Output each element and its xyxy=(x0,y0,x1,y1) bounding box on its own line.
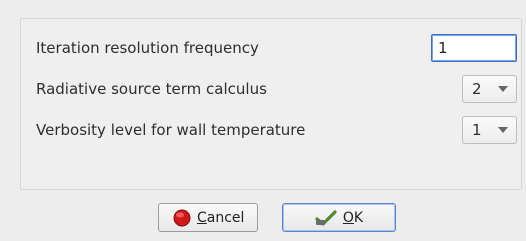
check-icon xyxy=(315,209,337,226)
wall-temperature-verbosity-value: 1 xyxy=(472,121,482,139)
iteration-resolution-frequency-input[interactable] xyxy=(431,34,517,62)
ok-button-label: OK xyxy=(342,209,364,226)
dialog-window: Iteration resolution frequency Radiative… xyxy=(0,0,526,241)
wall-temperature-verbosity-combo[interactable]: 1 xyxy=(462,116,517,144)
iteration-resolution-frequency-label: Iteration resolution frequency xyxy=(36,39,259,57)
ok-button[interactable]: OK xyxy=(282,203,396,232)
radiative-source-term-label: Radiative source term calculus xyxy=(36,80,267,98)
stop-icon xyxy=(173,209,191,227)
chevron-down-icon xyxy=(498,86,508,92)
options-panel: Iteration resolution frequency Radiative… xyxy=(20,18,522,190)
chevron-down-icon xyxy=(498,127,508,133)
wall-temperature-verbosity-label: Verbosity level for wall temperature xyxy=(36,121,306,139)
cancel-button[interactable]: Cancel xyxy=(158,203,258,232)
cancel-button-label: Cancel xyxy=(197,209,245,226)
radiative-source-term-value: 2 xyxy=(472,80,482,98)
radiative-source-term-combo[interactable]: 2 xyxy=(462,75,517,103)
